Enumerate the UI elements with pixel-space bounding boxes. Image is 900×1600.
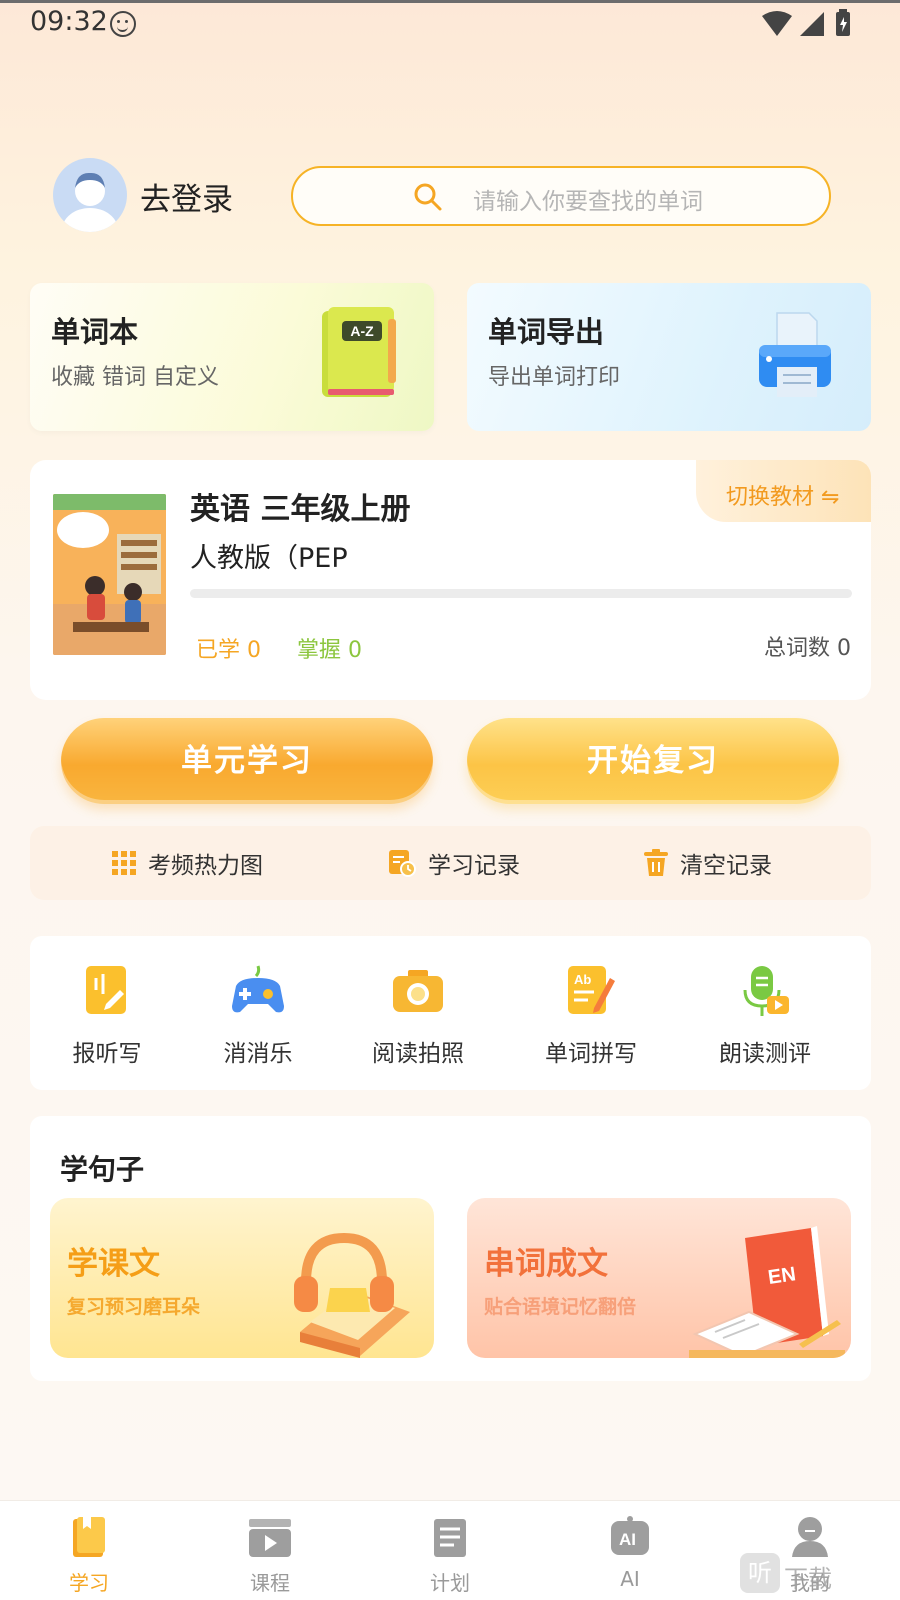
export-card[interactable]: 单词导出 导出单词打印: [467, 283, 871, 431]
textbook-title: 英语 三年级上册: [190, 492, 411, 527]
ai-icon: AI: [611, 1516, 649, 1555]
nav-plan[interactable]: 计划: [390, 1509, 510, 1599]
avatar[interactable]: [53, 158, 127, 232]
wordbook-card[interactable]: 单词本 收藏 错词 自定义 A-Z: [30, 283, 434, 431]
search-input[interactable]: 请输入你要查找的单词: [291, 166, 831, 226]
svg-text:EN: EN: [767, 1263, 798, 1289]
learn-lesson-subtitle: 复习预习磨耳朵: [67, 1296, 201, 1318]
nav-course-label: 课程: [250, 1571, 290, 1595]
textbook-cover[interactable]: [53, 494, 166, 655]
watermark: 听 下载: [740, 1553, 900, 1597]
learn-lesson-title: 学课文: [67, 1246, 160, 1282]
status-icons: [762, 9, 850, 36]
gamepad-icon: [232, 965, 284, 1013]
watermark-text: 下载: [784, 1565, 832, 1593]
learned-count: 已学 0: [196, 638, 261, 663]
reading-assessment-button[interactable]: 朗读测评: [700, 964, 830, 1074]
dictation-button[interactable]: 报听写: [42, 964, 172, 1074]
status-bar: 09:32: [0, 0, 900, 50]
textbook-cover-image: [53, 494, 166, 655]
grid-icon: [112, 851, 136, 875]
login-link[interactable]: 去登录: [140, 174, 233, 219]
avatar-person-icon: [62, 172, 118, 232]
reading-assessment-label: 朗读测评: [719, 1041, 811, 1067]
nav-ai-label: AI: [620, 1567, 640, 1591]
mastered-count: 掌握 0: [297, 638, 362, 663]
word-spelling-label: 单词拼写: [545, 1041, 637, 1067]
nav-study-label: 学习: [69, 1571, 109, 1595]
sentence-section-title: 学句子: [60, 1153, 145, 1186]
clear-record-button[interactable]: 清空记录: [644, 826, 772, 900]
search-placeholder: 请输入你要查找的单词: [473, 189, 703, 215]
word-story-title: 串词成文: [484, 1246, 608, 1282]
match-game-label: 消消乐: [223, 1041, 293, 1067]
search-icon: [414, 183, 442, 211]
match-game-button[interactable]: 消消乐: [193, 964, 323, 1074]
spelling-icon: Ab: [568, 966, 615, 1014]
printer-icon: [759, 312, 831, 397]
word-spelling-button[interactable]: Ab 单词拼写: [526, 964, 656, 1074]
study-record-label: 学习记录: [428, 853, 520, 879]
start-review-button[interactable]: 开始复习: [467, 718, 839, 804]
textbook-edition: 人教版（PEP: [190, 543, 348, 574]
book-icon: [73, 1517, 105, 1557]
heatmap-label: 考频热力图: [148, 853, 263, 879]
status-time: 09:32: [30, 6, 108, 37]
notification-face-icon: [110, 11, 136, 37]
export-subtitle: 导出单词打印: [488, 365, 621, 390]
nav-study[interactable]: 学习: [29, 1509, 149, 1599]
study-record-button[interactable]: 学习记录: [388, 826, 520, 900]
wordbook-subtitle: 收藏 错词 自定义: [51, 365, 219, 390]
headphones-book-icon: [294, 1232, 410, 1358]
wordbook-title: 单词本: [51, 315, 139, 349]
header: 去登录 请输入你要查找的单词: [0, 150, 900, 250]
switch-textbook-label: 切换教材 ⇋: [726, 485, 840, 510]
switch-textbook-button[interactable]: 切换教材 ⇋: [696, 460, 871, 522]
nav-plan-label: 计划: [430, 1571, 470, 1595]
camera-icon: [393, 970, 443, 1012]
unit-study-button[interactable]: 单元学习: [61, 718, 433, 804]
svg-text:A-Z: A-Z: [350, 323, 374, 339]
english-book-icon: EN: [689, 1226, 845, 1358]
signal-icon: [800, 12, 824, 36]
record-icon: [389, 850, 416, 877]
heatmap-button[interactable]: 考频热力图: [112, 826, 263, 900]
nav-ai[interactable]: AI AI: [570, 1509, 690, 1599]
word-story-card[interactable]: 串词成文 贴合语境记忆翻倍 EN: [467, 1198, 851, 1358]
trash-icon: [644, 849, 668, 876]
total-word-count: 总词数 0: [764, 636, 851, 661]
microphone-icon: [743, 966, 789, 1016]
photo-reading-label: 阅读拍照: [372, 1041, 464, 1067]
word-story-subtitle: 贴合语境记忆翻倍: [484, 1296, 637, 1318]
video-icon: [249, 1519, 291, 1557]
dictation-label: 报听写: [72, 1041, 142, 1067]
study-progress-bar: [190, 589, 852, 598]
svg-text:Ab: Ab: [574, 972, 591, 987]
clear-record-label: 清空记录: [680, 853, 772, 879]
textbook-card: 切换教材 ⇋ 英语 三年级上册 人教版（PEP 已学 0 掌握 0 总词数 0: [30, 460, 871, 700]
plan-icon: [434, 1519, 466, 1557]
a-z-book-icon: A-Z: [322, 307, 396, 397]
wifi-icon: [762, 11, 792, 36]
svg-text:AI: AI: [619, 1530, 636, 1549]
watermark-logo: 听: [740, 1553, 780, 1593]
nav-course[interactable]: 课程: [210, 1509, 330, 1599]
tool-row: 考频热力图 学习记录 清空记录: [30, 826, 871, 900]
dictation-icon: [86, 966, 126, 1014]
photo-reading-button[interactable]: 阅读拍照: [353, 964, 483, 1074]
export-title: 单词导出: [488, 315, 605, 349]
feature-panel: 报听写 消消乐 阅读拍照 Ab 单词拼写 朗读测评: [30, 936, 871, 1090]
sentence-section: 学句子 学课文 复习预习磨耳朵 串词成文 贴合语境记忆翻倍 EN: [30, 1116, 871, 1381]
learn-lesson-card[interactable]: 学课文 复习预习磨耳朵: [50, 1198, 434, 1358]
